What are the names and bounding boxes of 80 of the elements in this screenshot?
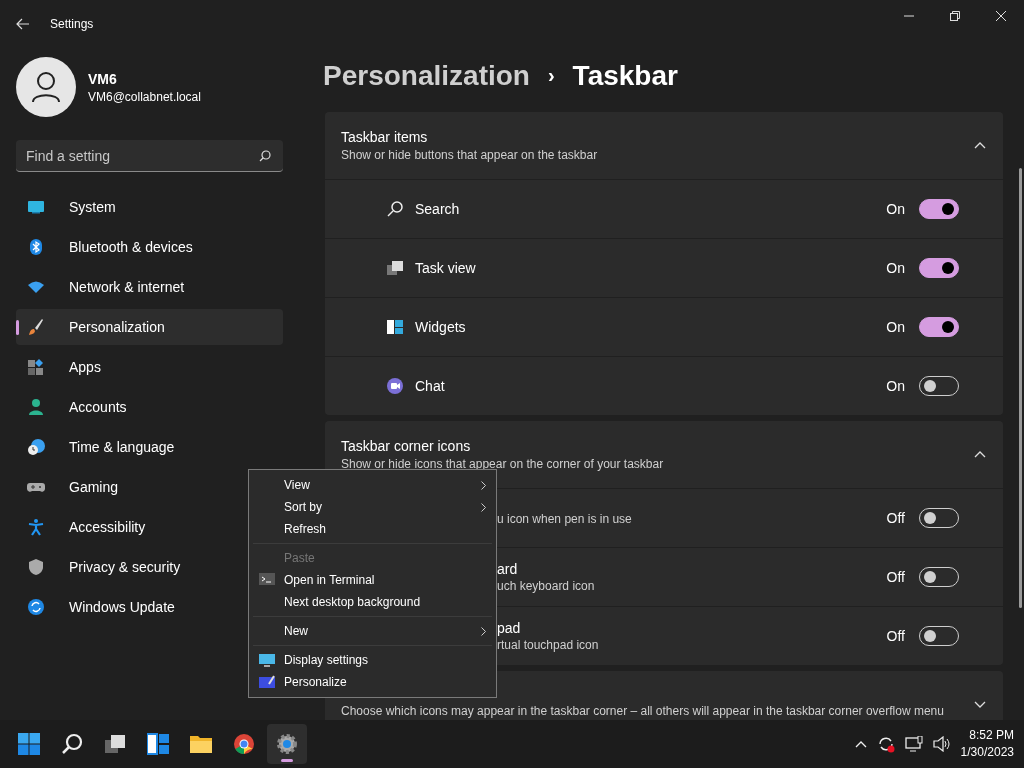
breadcrumb-link[interactable]: Personalization [323, 59, 530, 92]
person-icon [27, 398, 45, 416]
close-icon[interactable] [996, 11, 1006, 21]
setting-label: pad [497, 620, 522, 636]
clock-time: 8:52 PM [968, 727, 1014, 744]
toggle-state-label: Off [886, 628, 905, 644]
network-monitor-icon[interactable] [904, 736, 923, 752]
toggle-state-label: On [886, 201, 905, 217]
chevron-up-icon[interactable] [974, 451, 986, 458]
person-silhouette-icon [31, 71, 61, 103]
clock-date: 1/30/2023 [960, 744, 1014, 761]
nav-item[interactable]: Apps [16, 349, 283, 385]
browser-icon [233, 733, 255, 755]
monitor-icon [259, 653, 275, 667]
page-title: Taskbar [572, 59, 678, 92]
search-field[interactable]: Find a setting [16, 140, 283, 172]
toggle-state-label: On [886, 260, 905, 276]
clock[interactable]: 8:52 PM 1/30/2023 [960, 727, 1014, 761]
setting-label: Widgets [415, 319, 466, 335]
stacked-windows-icon [387, 260, 403, 276]
taskbar-button[interactable] [267, 724, 307, 764]
nav-item[interactable]: System [16, 189, 283, 225]
sync-circle-icon [27, 598, 45, 616]
apps-grid-icon [27, 358, 45, 376]
maximize-icon[interactable] [950, 11, 960, 21]
section-subtitle: Show or hide buttons that appear on the taskbar [341, 148, 598, 162]
nav-item[interactable]: Personalization [16, 309, 283, 345]
toggle-switch[interactable] [919, 258, 959, 278]
setting-label: Chat [415, 378, 445, 394]
section-subtitle: Show or hide icons that appear on the corner of your taskbar [341, 457, 664, 471]
accessibility-figure-icon [27, 518, 45, 536]
monitor-brush-icon [259, 675, 275, 689]
section-subtitle: Choose which icons may appear in the taskbar corner – all others will appear in the taskbar corner overflow menu [341, 704, 944, 718]
folder-icon [190, 733, 212, 755]
section-title: Taskbar corner icons [341, 438, 472, 454]
setting-label: Task view [415, 260, 476, 276]
nav-item[interactable]: Bluetooth & devices [16, 229, 283, 265]
breadcrumb-separator: › [547, 64, 555, 87]
setting-label: Search [415, 201, 460, 217]
terminal-icon [259, 573, 275, 587]
nav-item[interactable]: Network & internet [16, 269, 283, 305]
sync-alert-icon[interactable] [876, 735, 895, 753]
widgets-icon [387, 319, 403, 335]
window-title: Settings [50, 17, 94, 31]
nav-item[interactable]: Accounts [16, 389, 283, 425]
toggle-switch[interactable] [919, 199, 959, 219]
scrollbar[interactable] [1019, 168, 1022, 608]
user-name: VM6 [88, 70, 118, 87]
search-icon [259, 150, 271, 162]
toggle-state-label: Off [886, 569, 905, 585]
setting-description: rtual touchpad icon [497, 638, 600, 652]
chevron-down-icon[interactable] [974, 701, 986, 708]
setting-description: u icon when pen is in use [497, 512, 633, 526]
chevron-up-icon[interactable] [854, 740, 867, 748]
back-arrow-icon[interactable] [16, 18, 30, 30]
widgets-icon [147, 733, 169, 755]
shield-icon [27, 558, 45, 576]
chevron-up-icon[interactable] [974, 142, 986, 149]
toggle-state-label: On [886, 378, 905, 394]
nav-item[interactable]: Time & language [16, 429, 283, 465]
search-icon [387, 201, 403, 217]
toggle-state-label: Off [886, 510, 905, 526]
menu-item[interactable]: Personalize [249, 671, 496, 693]
paintbrush-icon [27, 318, 45, 336]
stacked-windows-icon [104, 733, 126, 755]
setting-label: ard [497, 561, 519, 577]
video-chat-icon [387, 378, 403, 394]
menu-item[interactable]: Display settings [249, 649, 496, 671]
clock-globe-icon [27, 438, 45, 456]
monitor-icon [27, 198, 45, 216]
section-title: Taskbar items [341, 129, 429, 145]
toggle-switch[interactable] [919, 317, 959, 337]
bluetooth-icon [27, 238, 45, 256]
search-icon [61, 733, 83, 755]
user-email: VM6@collabnet.local [88, 89, 201, 104]
toggle-state-label: On [886, 319, 905, 335]
speaker-icon[interactable] [932, 736, 951, 752]
gear-icon [276, 733, 298, 755]
setting-description: uch keyboard icon [497, 579, 596, 593]
windows-logo-icon [18, 733, 40, 755]
